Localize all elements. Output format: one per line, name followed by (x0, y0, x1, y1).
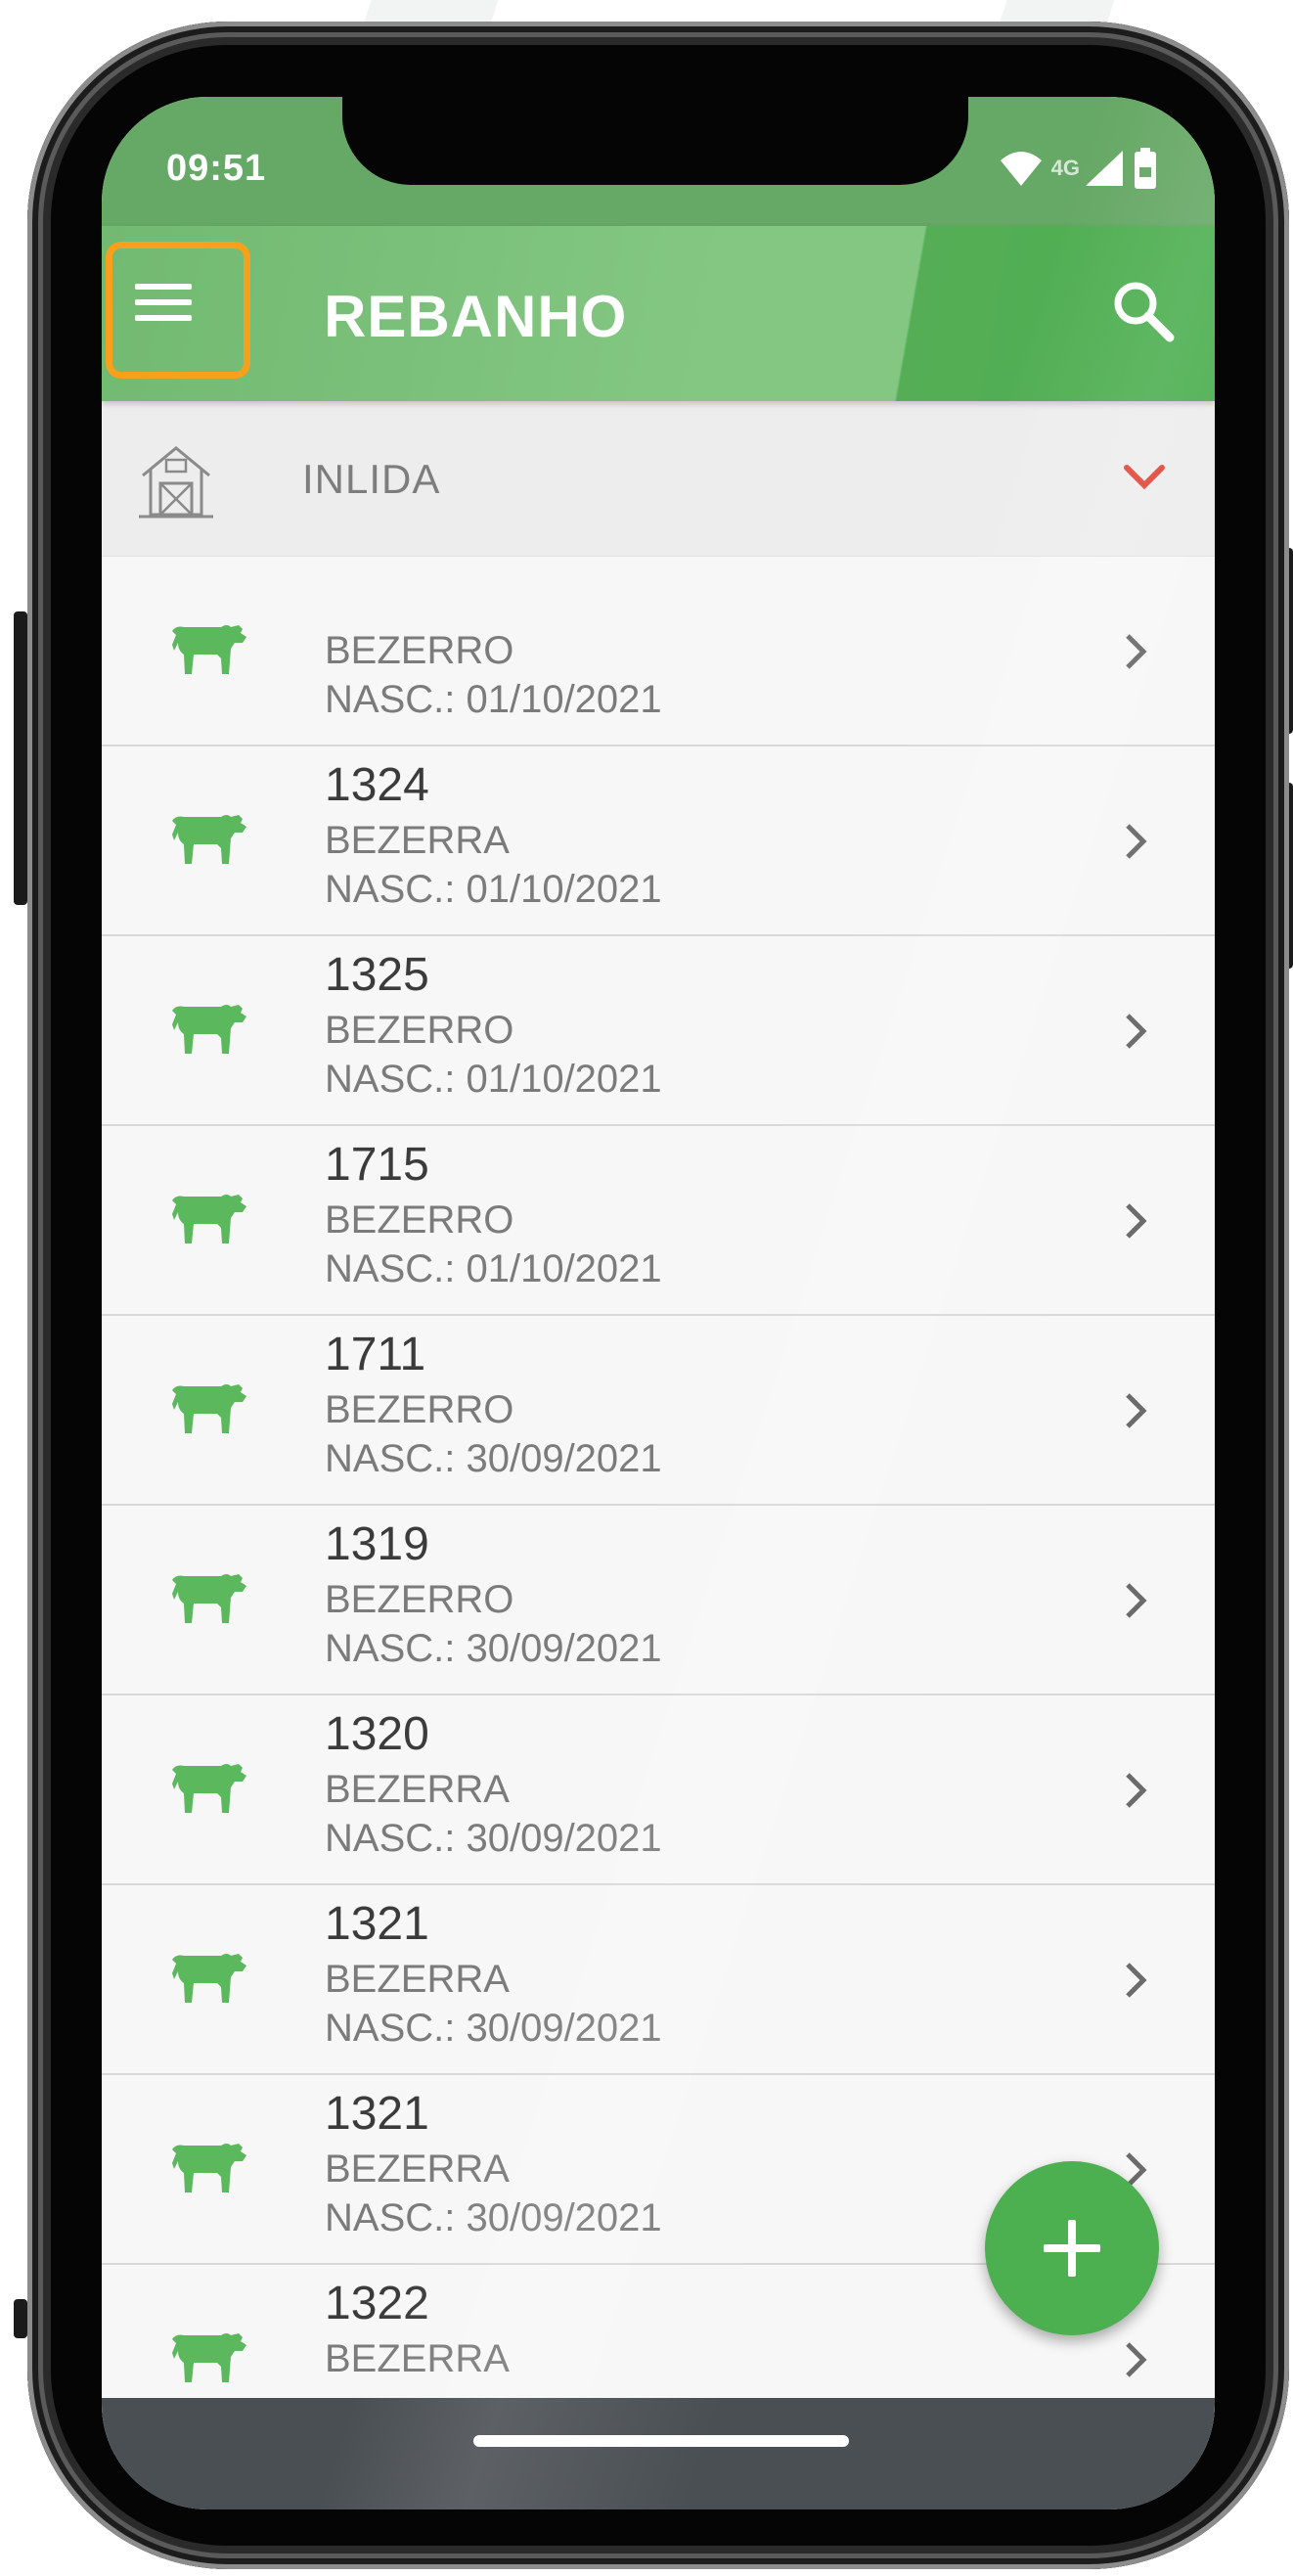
animal-id: 1322 (325, 2278, 429, 2329)
cow-icon (170, 1760, 248, 1819)
chevron-right-icon (1123, 1580, 1150, 1621)
animal-id: 1324 (325, 759, 429, 811)
chevron-right-icon (1123, 631, 1150, 672)
animal-category: BEZERRA (325, 2147, 510, 2191)
cow-icon (170, 2329, 248, 2388)
cow-icon (170, 1950, 248, 2009)
chevron-right-icon (1123, 821, 1150, 862)
animal-category: BEZERRA (325, 819, 510, 862)
animal-list-item[interactable]: 1715 BEZERRO NASC.: 01/10/2021 (102, 1126, 1215, 1316)
animal-list-item[interactable]: 1711 BEZERRO NASC.: 30/09/2021 (102, 1316, 1215, 1506)
animal-id: 1321 (325, 1898, 429, 1950)
phone-notch (342, 97, 968, 185)
phone-side-button (14, 2299, 27, 2338)
animal-id: 1320 (325, 1708, 429, 1760)
animal-birth-date: NASC.: 30/09/2021 (325, 2007, 662, 2050)
animal-id: 1711 (325, 1329, 426, 1380)
hamburger-menu-icon (135, 284, 192, 290)
network-type-label: 4G (1050, 156, 1080, 180)
animal-category: BEZERRA (325, 2337, 510, 2380)
animal-category: BEZERRO (325, 629, 514, 672)
farm-selector[interactable]: INLIDA (102, 401, 1215, 557)
wifi-icon (1000, 152, 1042, 186)
menu-button[interactable] (135, 271, 198, 334)
app-bar: REBANHO (102, 226, 1215, 401)
animal-birth-date: NASC.: 01/10/2021 (325, 678, 662, 721)
cow-icon (170, 1380, 248, 1439)
chevron-right-icon (1123, 1011, 1150, 1052)
animal-list-item[interactable]: 1321 BEZERRA NASC.: 30/09/2021 (102, 1885, 1215, 2075)
animal-list-item[interactable]: BEZERRO NASC.: 01/10/2021 (102, 557, 1215, 746)
page: 09:51 4G REBANHO INLIDA BEZERRO NASC.: 0… (0, 0, 1293, 2576)
status-icons: 4G (999, 144, 1158, 193)
animal-id: 1715 (325, 1139, 429, 1191)
cow-icon (170, 1570, 248, 1629)
animal-id: 1321 (325, 2088, 429, 2140)
animal-birth-date: NASC.: 30/09/2021 (325, 2196, 662, 2239)
cow-icon (170, 1191, 248, 1249)
hamburger-menu-icon (135, 299, 192, 305)
chevron-right-icon (1123, 1390, 1150, 1431)
phone-screen: 09:51 4G REBANHO INLIDA BEZERRO NASC.: 0… (102, 97, 1215, 2509)
animal-id: 1325 (325, 949, 429, 1001)
plus-icon (1068, 2220, 1076, 2277)
battery-icon (1135, 148, 1156, 189)
animal-category: BEZERRO (325, 1198, 514, 1242)
animal-list-item[interactable]: 1319 BEZERRO NASC.: 30/09/2021 (102, 1506, 1215, 1695)
animal-birth-date: NASC.: 30/09/2021 (325, 1817, 662, 1860)
cell-signal-icon (1086, 151, 1123, 186)
page-title: REBANHO (324, 284, 628, 349)
search-button[interactable] (1109, 277, 1178, 345)
cow-icon (170, 2140, 248, 2198)
add-animal-button[interactable] (985, 2161, 1159, 2335)
chevron-right-icon (1123, 1960, 1150, 2001)
search-icon (1114, 282, 1175, 342)
home-indicator[interactable] (473, 2435, 849, 2447)
status-time: 09:51 (166, 148, 267, 189)
chevron-down-icon (1123, 462, 1166, 493)
cow-icon (170, 1001, 248, 1060)
animal-birth-date: NASC.: 01/10/2021 (325, 1247, 662, 1290)
chevron-right-icon (1123, 1200, 1150, 1242)
hamburger-menu-icon (135, 315, 192, 321)
animal-category: BEZERRA (325, 1958, 510, 2001)
chevron-right-icon (1123, 2339, 1150, 2380)
animal-list-item[interactable]: 1325 BEZERRO NASC.: 01/10/2021 (102, 936, 1215, 1126)
animal-category: BEZERRO (325, 1009, 514, 1052)
farm-name: INLIDA (302, 456, 441, 502)
animal-birth-date: NASC.: 01/10/2021 (325, 868, 662, 911)
animal-list-item[interactable]: 1320 BEZERRA NASC.: 30/09/2021 (102, 1695, 1215, 1885)
animal-id: 1319 (325, 1518, 429, 1570)
system-nav-bar (102, 2398, 1215, 2509)
phone-side-button (14, 611, 27, 905)
animal-list-item[interactable]: 1324 BEZERRA NASC.: 01/10/2021 (102, 746, 1215, 936)
cow-icon (170, 811, 248, 870)
animal-category: BEZERRA (325, 1768, 510, 1811)
animal-category: BEZERRO (325, 1388, 514, 1431)
animal-birth-date: NASC.: 30/09/2021 (325, 1627, 662, 1670)
barn-icon (137, 442, 215, 520)
animal-birth-date: NASC.: 30/09/2021 (325, 1437, 662, 1480)
animal-category: BEZERRO (325, 1578, 514, 1621)
animal-birth-date: NASC.: 01/10/2021 (325, 1058, 662, 1101)
cow-icon (170, 621, 248, 680)
chevron-right-icon (1123, 1770, 1150, 1811)
